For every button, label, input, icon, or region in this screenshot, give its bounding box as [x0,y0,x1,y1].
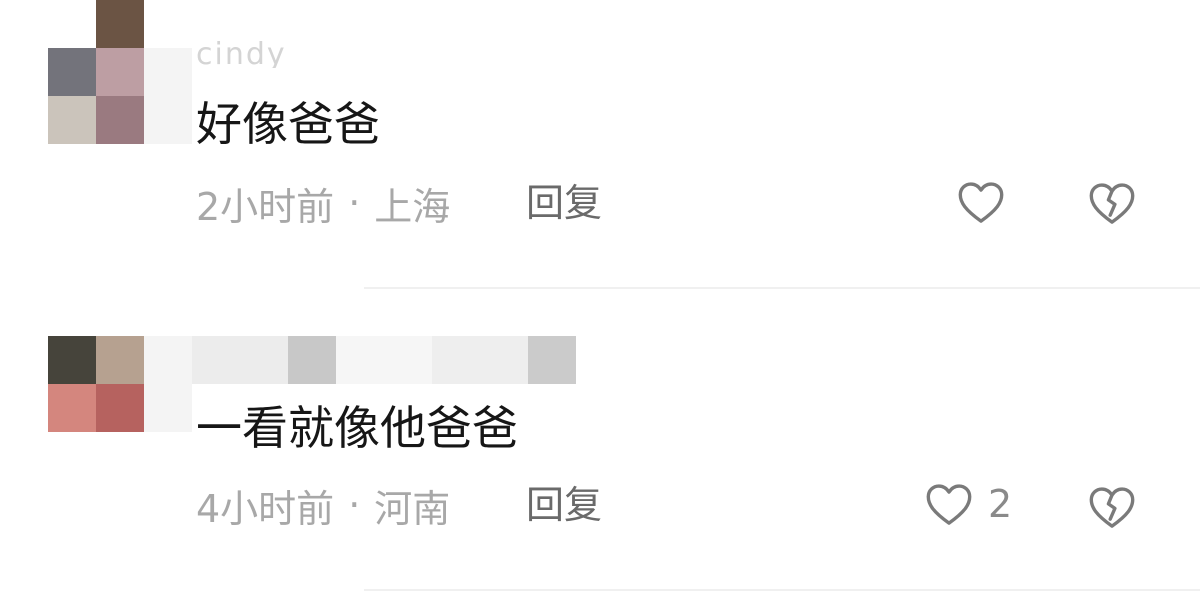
comment-text: 一看就像他爸爸 [196,401,518,455]
reply-button[interactable]: 回复 [526,480,602,530]
comment-item: 一看就像他爸爸 4小时前 · 河南 回复 2 [0,290,1200,593]
username-masked[interactable] [192,336,592,384]
avatar[interactable] [48,48,192,144]
heart-outline-icon [926,484,972,525]
dislike-button[interactable] [1085,176,1139,230]
heart-outline-icon [958,182,1004,223]
divider [364,589,1200,591]
comment-meta: 2小时前 · 上海 [196,178,451,229]
broken-heart-icon [1089,183,1135,224]
comment-meta: 4小时前 · 河南 [196,480,451,531]
like-button[interactable]: 2 [922,476,1012,532]
dislike-button[interactable] [1085,480,1139,534]
divider [364,287,1200,289]
comment-item: cindy 好像爸爸 2小时前 · 上海 回复 [0,0,1200,288]
avatar[interactable] [48,336,192,432]
broken-heart-icon [1089,487,1135,528]
reply-button[interactable]: 回复 [526,178,602,228]
timestamp: 2小时前 [196,184,335,229]
meta-separator: · [348,483,361,527]
meta-separator: · [348,181,361,225]
location: 上海 [374,184,451,229]
username[interactable]: cindy [196,40,287,68]
like-button[interactable] [954,174,1020,230]
location: 河南 [374,486,451,531]
timestamp: 4小时前 [196,486,335,531]
comment-text: 好像爸爸 [196,97,380,151]
like-count: 2 [988,482,1013,526]
avatar-mosaic-block [96,0,144,48]
